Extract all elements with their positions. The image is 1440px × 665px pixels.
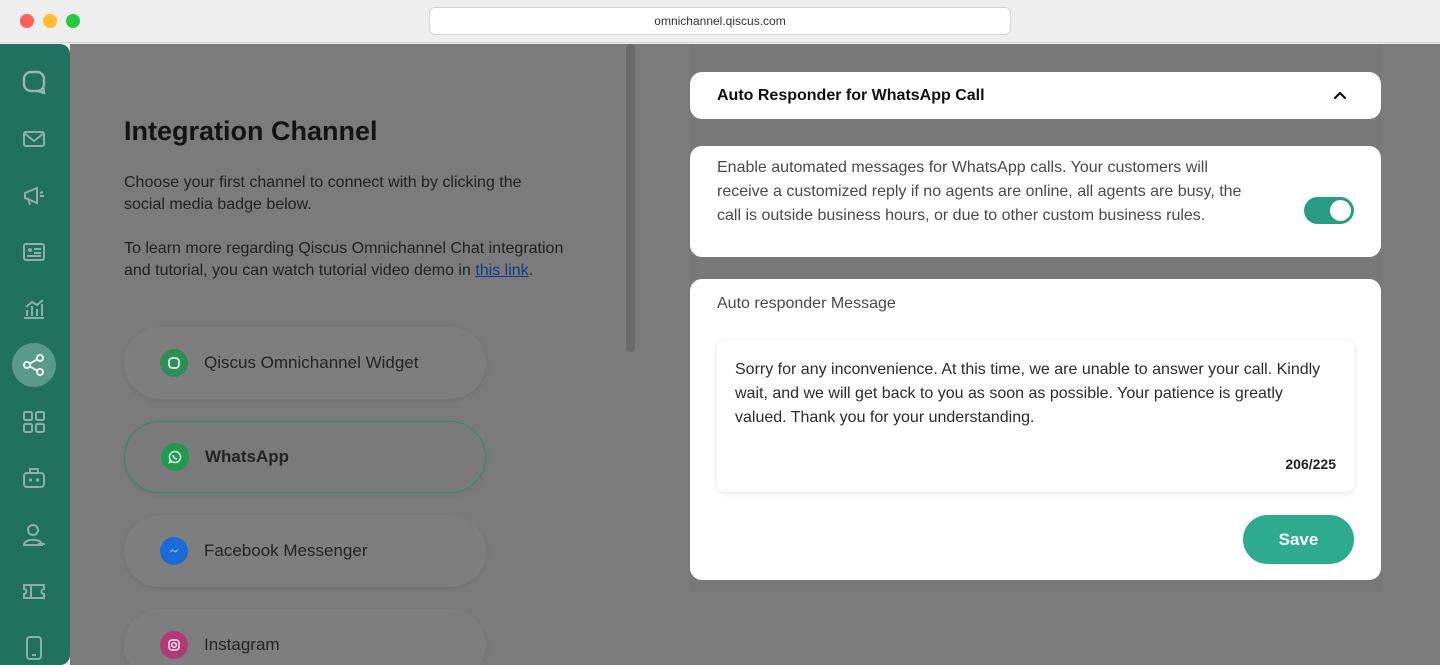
messenger-icon (160, 537, 188, 565)
close-window-button[interactable] (20, 14, 34, 28)
whatsapp-icon (161, 443, 189, 471)
sidebar-item-contacts[interactable] (12, 230, 56, 274)
apps-grid-icon (23, 411, 45, 433)
toggle-knob (1330, 200, 1351, 221)
channel-instagram[interactable]: Instagram (124, 609, 486, 665)
user-icon (22, 524, 45, 546)
address-bar[interactable]: omnichannel.qiscus.com (429, 7, 1011, 35)
save-button[interactable]: Save (1243, 515, 1354, 564)
channel-whatsapp[interactable]: WhatsApp (124, 421, 486, 493)
mobile-icon (26, 636, 42, 660)
tutorial-link[interactable]: this link (475, 262, 528, 279)
sidebar-item-agents[interactable] (12, 513, 56, 557)
sidebar-item-home[interactable] (12, 60, 56, 104)
message-text: Sorry for any inconvenience. At this tim… (735, 361, 1321, 426)
page-description: Choose your first channel to connect wit… (124, 174, 522, 213)
message-textarea[interactable]: Sorry for any inconvenience. At this tim… (717, 340, 1354, 492)
page-title: Integration Channel (124, 116, 378, 146)
share-icon (23, 354, 44, 376)
minimize-window-button[interactable] (43, 14, 57, 28)
sidebar-item-integration[interactable] (12, 343, 56, 387)
qiscus-icon (160, 349, 188, 377)
bot-icon (23, 468, 45, 488)
auto-responder-message-card: Auto responder Message Sorry for any inc… (690, 279, 1381, 580)
sidebar-item-tickets[interactable] (12, 569, 56, 613)
megaphone-icon (24, 186, 44, 206)
ticket-icon (23, 584, 45, 599)
character-counter: 206/225 (1285, 456, 1336, 472)
auto-responder-header[interactable]: Auto Responder for WhatsApp Call (690, 72, 1381, 119)
auto-responder-toggle[interactable] (1304, 197, 1354, 224)
browser-chrome: omnichannel.qiscus.com (0, 0, 1440, 43)
message-label: Auto responder Message (717, 295, 896, 312)
auto-responder-toggle-card: Enable automated messages for WhatsApp c… (690, 146, 1381, 257)
channel-qiscus-widget[interactable]: Qiscus Omnichannel Widget (124, 327, 486, 399)
page-description-tutorial: To learn more regarding Qiscus Omnichann… (124, 240, 564, 279)
sidebar-item-broadcast[interactable] (12, 174, 56, 218)
chat-bubble-icon (22, 70, 46, 95)
sidebar-item-inbox[interactable] (12, 117, 56, 161)
sidebar-item-bot[interactable] (12, 456, 56, 500)
channel-facebook-messenger[interactable]: Facebook Messenger (124, 515, 486, 587)
contact-card-icon (23, 243, 45, 261)
instagram-icon (160, 631, 188, 659)
mail-icon (23, 131, 45, 147)
analytics-icon (24, 299, 44, 319)
left-scrollbar[interactable] (626, 44, 635, 352)
chevron-up-icon[interactable] (1331, 86, 1349, 104)
sidebar-item-apps[interactable] (12, 400, 56, 444)
toggle-description: Enable automated messages for WhatsApp c… (717, 159, 1242, 224)
maximize-window-button[interactable] (66, 14, 80, 28)
sidebar-item-analytics[interactable] (12, 287, 56, 331)
sidebar-nav (0, 44, 70, 665)
sidebar-item-mobile[interactable] (12, 626, 56, 665)
